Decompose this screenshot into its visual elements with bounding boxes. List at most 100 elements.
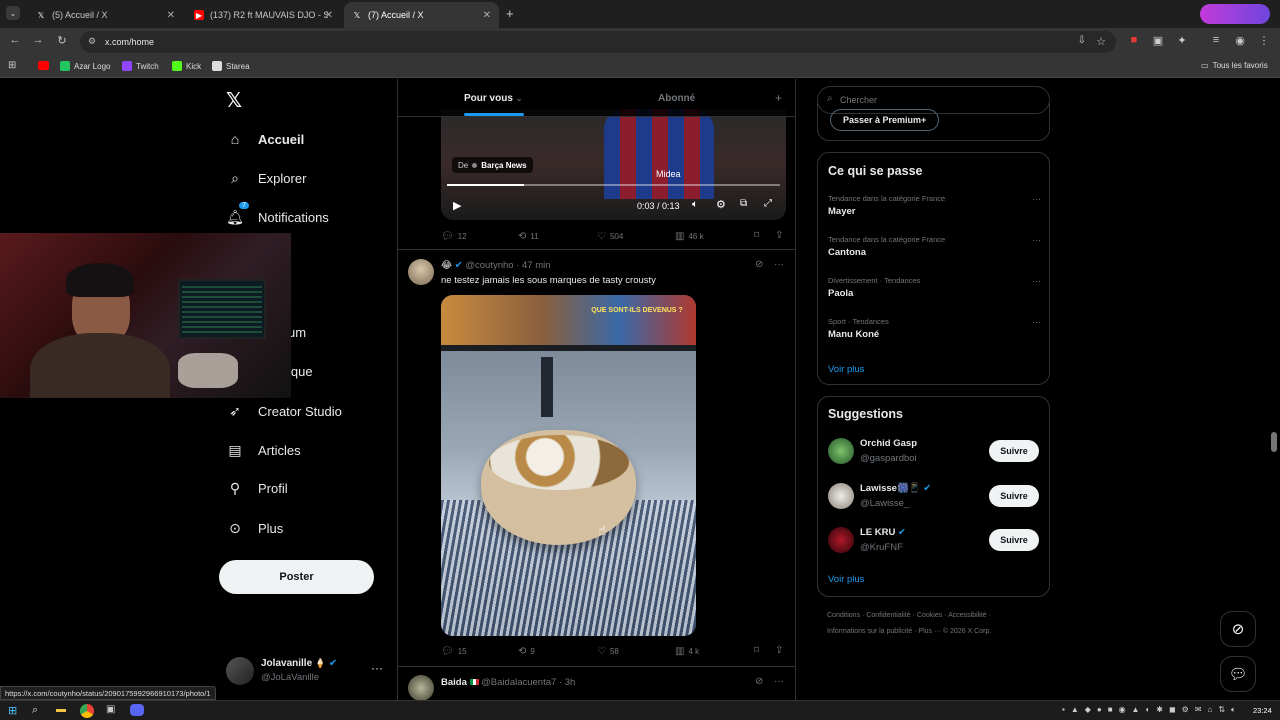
discord-icon[interactable] (130, 704, 144, 716)
trends-show-more[interactable]: Voir plus (828, 364, 864, 375)
follow-button[interactable]: Suivre (989, 440, 1039, 462)
account-switcher[interactable]: Jolavanille 🍦 ✔︎ @JoLaVanille ··· (226, 655, 386, 689)
views-button[interactable]: ▥ 4 k (675, 646, 699, 657)
avatar[interactable] (408, 675, 434, 700)
suggestion-item[interactable]: Lawisse🎆📱 ✔︎ @Lawisse_ (828, 481, 1008, 511)
post-author[interactable]: Baida (441, 677, 467, 688)
premium-button[interactable]: Passer à Premium+ (830, 109, 940, 131)
more-dots-icon[interactable]: ··· (774, 676, 784, 687)
share-icon[interactable]: ⇪ (775, 230, 783, 241)
messages-floating-button[interactable]: 💬︎ (1220, 656, 1256, 692)
post-button[interactable]: Poster (219, 560, 374, 594)
follow-button[interactable]: Suivre (989, 485, 1039, 507)
like-button[interactable]: ♡ 504 (597, 231, 623, 242)
menu-kebab-icon[interactable]: ⋮ (1256, 34, 1272, 47)
app-icon[interactable]: ▣ (106, 704, 115, 715)
sidebar-item-notifications[interactable]: 🔔︎ 7 Notifications (226, 202, 329, 226)
extensions-puzzle-icon[interactable]: ✦ (1174, 34, 1190, 47)
repost-button[interactable]: ⟲ 9 (518, 646, 535, 657)
post-handle[interactable]: @coutynho (465, 260, 513, 271)
browser-tab-3[interactable]: 𝕏 (7) Accueil / X ✕ (344, 2, 499, 28)
suggestions-show-more[interactable]: Voir plus (828, 574, 864, 585)
reply-button[interactable]: 💬︎ 15 (441, 646, 467, 657)
more-dots-icon[interactable]: ··· (1032, 194, 1041, 204)
repost-button[interactable]: ⟲ 11 (518, 231, 539, 242)
more-dots-icon[interactable]: ··· (1032, 235, 1041, 245)
bookmark-icon[interactable]: ⌑ (754, 230, 759, 241)
new-tab-button[interactable]: + (506, 6, 514, 21)
volume-icon[interactable]: 🔈︎ (692, 199, 698, 210)
video-player[interactable]: Midea De Barça News ▶ 0:03 / 0:13 🔈︎ ⚙ ⧉… (441, 109, 786, 220)
fullscreen-icon[interactable]: ⤢ (764, 198, 772, 209)
avatar[interactable]: ◉ (1232, 34, 1248, 47)
grok-floating-button[interactable]: ⊘ (1220, 611, 1256, 647)
tray-icons[interactable]: ▪▲◆●■◉▲◐✱◼⚙✉⌂⇅🔈︎ (1062, 705, 1242, 715)
file-explorer-icon[interactable]: ▬ (56, 704, 66, 715)
site-info-icon[interactable]: ⚙ (88, 36, 96, 47)
pip-icon[interactable]: ⧉ (740, 198, 747, 209)
more-dots-icon[interactable]: ··· (774, 259, 784, 270)
extension-red-icon[interactable]: ■ (1126, 34, 1142, 46)
suggestion-item[interactable]: LE KRU ✔︎ @KruFNF (828, 525, 1008, 555)
more-dots-icon[interactable]: ··· (371, 661, 383, 675)
avatar[interactable] (408, 259, 434, 285)
close-tab-icon[interactable]: ✕ (325, 10, 333, 21)
add-feed-icon[interactable]: + (775, 91, 782, 105)
post-handle[interactable]: @Baidalacuenta7 (481, 677, 556, 688)
close-tab-icon[interactable]: ✕ (483, 10, 491, 21)
post-photo[interactable]: QUE SONT-ILS DEVENUS ? (441, 295, 696, 636)
back-icon[interactable]: ← (7, 34, 23, 46)
close-tab-icon[interactable]: ✕ (167, 10, 175, 21)
bookmark-azar[interactable]: Azar Logo (60, 61, 110, 71)
tab-following[interactable]: Abonné (658, 93, 695, 104)
clock[interactable]: 23:24 (1253, 706, 1272, 715)
reload-icon[interactable]: ↻ (54, 34, 70, 47)
footer-link-cookies[interactable]: Cookies (917, 612, 942, 619)
play-icon[interactable]: ▶ (453, 199, 461, 212)
sidebar-item-creator-studio[interactable]: ➶ Creator Studio (226, 402, 342, 420)
bookmark-twitch[interactable]: Twitch (122, 61, 159, 71)
like-button[interactable]: ♡ 58 (597, 646, 619, 657)
more-dots-icon[interactable]: ··· (1032, 276, 1041, 286)
scrollbar[interactable] (1271, 432, 1277, 452)
sidebar-item-profile[interactable]: ⚲ Profil (226, 479, 288, 497)
trend-item[interactable]: Divertissement · Tendances Paola ··· (828, 276, 1041, 299)
youtube-bookmark-icon[interactable] (38, 61, 49, 70)
tab-for-you[interactable]: Pour vous ⌄ (464, 93, 522, 104)
extension-icon[interactable]: ▣ (1150, 34, 1166, 47)
video-progress-track[interactable] (447, 184, 780, 186)
install-icon[interactable]: ⇩ (1078, 35, 1086, 46)
bookmark-icon[interactable]: ⌑ (754, 645, 759, 656)
reply-button[interactable]: 💬︎ 12 (441, 231, 467, 242)
bookmark-star-icon[interactable]: ☆ (1096, 35, 1106, 48)
trend-item[interactable]: Tendance dans la catégorie France Canton… (828, 235, 1041, 258)
suggestion-item[interactable]: Orchid Gasp @gaspardboi (828, 436, 1008, 466)
bookmark-starea[interactable]: Starea (212, 61, 250, 71)
url-field[interactable]: ⚙ x.com/home ⇩ ☆ (80, 31, 1116, 53)
trend-item[interactable]: Sport · Tendances Manu Koné ··· (828, 317, 1041, 340)
follow-button[interactable]: Suivre (989, 529, 1039, 551)
browser-tab-1[interactable]: 𝕏 (5) Accueil / X ✕ (28, 2, 183, 28)
sidebar-item-articles[interactable]: ▤ Articles (226, 441, 300, 459)
settings-icon[interactable]: ⚙ (716, 198, 726, 211)
footer-link-accessibility[interactable]: Accessibilité (948, 612, 987, 619)
trend-item[interactable]: Tendance dans la catégorie France Mayer … (828, 194, 1041, 217)
grok-icon[interactable]: ⊘ (755, 259, 763, 270)
browser-tab-2[interactable]: ▶ (137) R2 ft MAUVAIS DJO - SO ✕ (186, 2, 341, 28)
post-time[interactable]: · 47 min (516, 260, 550, 271)
media-controls-icon[interactable]: ≡ (1208, 34, 1224, 46)
sidebar-item-explore[interactable]: ⌕ Explorer (226, 169, 306, 187)
sidebar-item-music[interactable]: ique (288, 364, 313, 379)
apps-grid-icon[interactable]: ⊞ (8, 60, 16, 71)
all-bookmarks[interactable]: ▭ Tous les favoris (1201, 61, 1268, 70)
x-logo-icon[interactable]: 𝕏 (226, 88, 242, 113)
tab-search-button[interactable]: ⌄ (6, 6, 20, 20)
grok-icon[interactable]: ⊘ (755, 676, 763, 687)
footer-link-privacy[interactable]: Confidentialité (866, 612, 910, 619)
more-dots-icon[interactable]: ··· (1032, 317, 1041, 327)
search-icon[interactable]: ⌕ (32, 704, 38, 717)
post-time[interactable]: · 3h (559, 677, 575, 688)
sidebar-item-more[interactable]: ⊙ Plus (226, 519, 283, 537)
windows-start-icon[interactable]: ⊞ (8, 704, 17, 717)
video-source-badge[interactable]: De Barça News (452, 157, 533, 173)
